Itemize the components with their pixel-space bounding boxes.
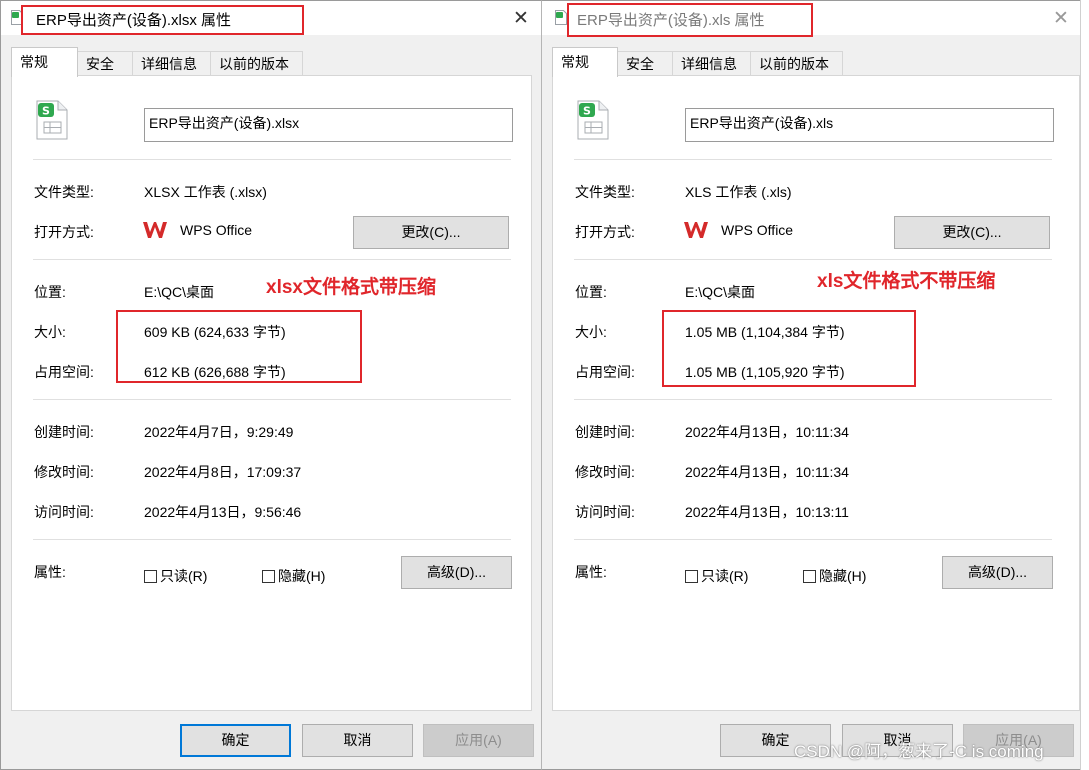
created-label: 创建时间: (34, 424, 94, 440)
size-label: 大小: (34, 324, 66, 340)
location-value: E:\QC\桌面 (144, 284, 215, 300)
hidden-label: 隐藏(H) (819, 568, 867, 584)
spreadsheet-file-icon: S (577, 100, 609, 140)
readonly-checkbox[interactable]: 只读(R) (144, 566, 207, 586)
change-button[interactable]: 更改(C)... (353, 216, 509, 249)
size-label: 大小: (575, 324, 607, 340)
tab-previous-versions[interactable]: 以前的版本 (750, 51, 843, 75)
modified-label: 修改时间: (575, 464, 635, 480)
highlight-size-box (116, 310, 362, 383)
svg-text:S: S (583, 105, 591, 118)
modified-label: 修改时间: (34, 464, 94, 480)
readonly-checkbox[interactable]: 只读(R) (685, 566, 748, 586)
close-icon: ✕ (1053, 8, 1069, 29)
location-label: 位置: (575, 284, 607, 300)
created-label: 创建时间: (575, 424, 635, 440)
tab-security[interactable]: 安全 (617, 51, 673, 75)
advanced-button[interactable]: 高级(D)... (942, 556, 1053, 589)
attributes-label: 属性: (34, 564, 66, 580)
file-type-label: 文件类型: (575, 184, 635, 200)
divider (574, 259, 1052, 260)
opens-with-app: WPS Office (683, 220, 793, 240)
wps-office-logo-icon (143, 222, 167, 238)
divider (33, 539, 511, 540)
readonly-label: 只读(R) (701, 568, 749, 584)
close-button[interactable]: ✕ (509, 7, 533, 31)
tab-security[interactable]: 安全 (77, 51, 133, 75)
opens-with-app: WPS Office (142, 220, 252, 240)
divider (574, 159, 1052, 160)
modified-value: 2022年4月8日，17:09:37 (144, 464, 302, 480)
watermark: CSDN @阿，葱来了-C is coming (794, 742, 1044, 761)
background-window-edge (1080, 0, 1089, 770)
tab-general[interactable]: 常规 (552, 47, 618, 77)
apply-button[interactable]: 应用(A) (423, 724, 534, 757)
accessed-value: 2022年4月13日，10:13:11 (685, 504, 849, 520)
filename-field[interactable]: ERP导出资产(设备).xlsx (144, 108, 513, 142)
file-type-label: 文件类型: (34, 184, 94, 200)
wps-office-logo-icon (684, 222, 708, 238)
checkbox-box[interactable] (685, 569, 698, 583)
hidden-checkbox[interactable]: 隐藏(H) (262, 566, 325, 586)
accessed-label: 访问时间: (575, 504, 635, 520)
filename-field[interactable]: ERP导出资产(设备).xls (685, 108, 1054, 142)
divider (33, 399, 511, 400)
checkbox-box[interactable] (803, 569, 816, 583)
divider (33, 259, 511, 260)
tab-details[interactable]: 详细信息 (672, 51, 751, 75)
annotation-text: xlsx文件格式带压缩 (266, 277, 436, 298)
ok-button[interactable]: 确定 (180, 724, 291, 757)
general-panel: S ERP导出资产(设备).xlsx 文件类型: XLSX 工作表 (.xlsx… (11, 75, 532, 711)
properties-dialog-xls: ERP导出资产(设备).xls 属性 ✕ 常规 安全 详细信息 以前的版本 S … (541, 0, 1088, 770)
app-name: WPS Office (180, 222, 253, 238)
hidden-label: 隐藏(H) (278, 568, 326, 584)
size-on-disk-label: 占用空间: (575, 364, 635, 380)
close-icon: ✕ (513, 8, 529, 29)
checkbox-box[interactable] (262, 569, 275, 583)
attributes-label: 属性: (575, 564, 607, 580)
app-name: WPS Office (721, 222, 794, 238)
close-button[interactable]: ✕ (1049, 7, 1073, 31)
svg-text:S: S (42, 105, 50, 118)
created-value: 2022年4月7日，9:29:49 (144, 424, 294, 440)
modified-value: 2022年4月13日，10:11:34 (685, 464, 849, 480)
opens-with-label: 打开方式: (575, 224, 635, 240)
accessed-label: 访问时间: (34, 504, 94, 520)
highlight-title-box (567, 3, 813, 37)
highlight-size-box (662, 310, 916, 387)
size-on-disk-label: 占用空间: (34, 364, 94, 380)
divider (33, 159, 511, 160)
change-button[interactable]: 更改(C)... (894, 216, 1050, 249)
file-type-value: XLSX 工作表 (.xlsx) (144, 184, 267, 200)
tab-general[interactable]: 常规 (11, 47, 78, 77)
location-value: E:\QC\桌面 (685, 284, 756, 300)
divider (574, 399, 1052, 400)
location-label: 位置: (34, 284, 66, 300)
readonly-label: 只读(R) (160, 568, 208, 584)
highlight-title-box (21, 5, 304, 35)
tab-details[interactable]: 详细信息 (132, 51, 211, 75)
spreadsheet-file-icon (555, 10, 567, 25)
accessed-value: 2022年4月13日，9:56:46 (144, 504, 302, 520)
properties-dialog-xlsx: ERP导出资产(设备).xlsx 属性 ✕ 常规 安全 详细信息 以前的版本 S… (0, 0, 542, 770)
general-panel: S ERP导出资产(设备).xls 文件类型: XLS 工作表 (.xls) 打… (552, 75, 1080, 711)
cancel-button[interactable]: 取消 (302, 724, 413, 757)
spreadsheet-file-icon: S (36, 100, 68, 140)
annotation-text: xls文件格式不带压缩 (817, 271, 996, 292)
file-type-value: XLS 工作表 (.xls) (685, 184, 792, 200)
opens-with-label: 打开方式: (34, 224, 94, 240)
hidden-checkbox[interactable]: 隐藏(H) (803, 566, 866, 586)
advanced-button[interactable]: 高级(D)... (401, 556, 512, 589)
checkbox-box[interactable] (144, 569, 157, 583)
tab-previous-versions[interactable]: 以前的版本 (210, 51, 303, 75)
divider (574, 539, 1052, 540)
created-value: 2022年4月13日，10:11:34 (685, 424, 849, 440)
